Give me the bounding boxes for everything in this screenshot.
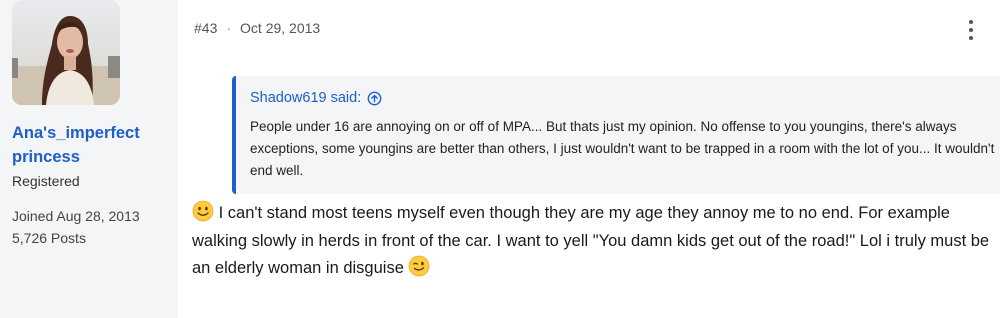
post-date[interactable]: Oct 29, 2013 <box>240 20 320 36</box>
wink-emoji <box>409 255 430 277</box>
join-date: Joined Aug 28, 2013 <box>12 208 140 224</box>
forum-post: Ana's_imperfect princess Registered Join… <box>0 0 1000 318</box>
user-role: Registered <box>12 173 80 189</box>
smile-emoji <box>192 200 214 222</box>
post-body-text: I can't stand most teens myself even tho… <box>192 204 990 277</box>
more-options-button[interactable] <box>966 18 976 42</box>
post-body: I can't stand most teens myself even tho… <box>192 200 992 283</box>
more-vertical-icon <box>969 20 973 24</box>
post-meta: #43 · Oct 29, 2013 <box>194 20 320 36</box>
post-number-link[interactable]: #43 <box>194 20 217 36</box>
avatar[interactable] <box>12 0 120 105</box>
arrow-up-circle-icon[interactable] <box>367 91 382 106</box>
quote-text: People under 16 are annoying on or off o… <box>250 119 995 178</box>
meta-separator: · <box>226 20 232 36</box>
user-stats: Joined Aug 28, 2013 5,726 Posts <box>12 205 178 249</box>
avatar-image <box>12 0 120 105</box>
username-link[interactable]: Ana's_imperfect princess <box>12 121 172 169</box>
user-sidebar: Ana's_imperfect princess Registered Join… <box>0 0 178 318</box>
quote-author-name: Shadow619 said: <box>250 90 362 106</box>
post-count: 5,726 Posts <box>12 230 86 246</box>
quote-author-link[interactable]: Shadow619 said: <box>250 90 1000 106</box>
quote-block: Shadow619 said: People under 16 are anno… <box>232 76 1000 194</box>
post-content: #43 · Oct 29, 2013 Shadow619 said: People … <box>178 0 1000 318</box>
